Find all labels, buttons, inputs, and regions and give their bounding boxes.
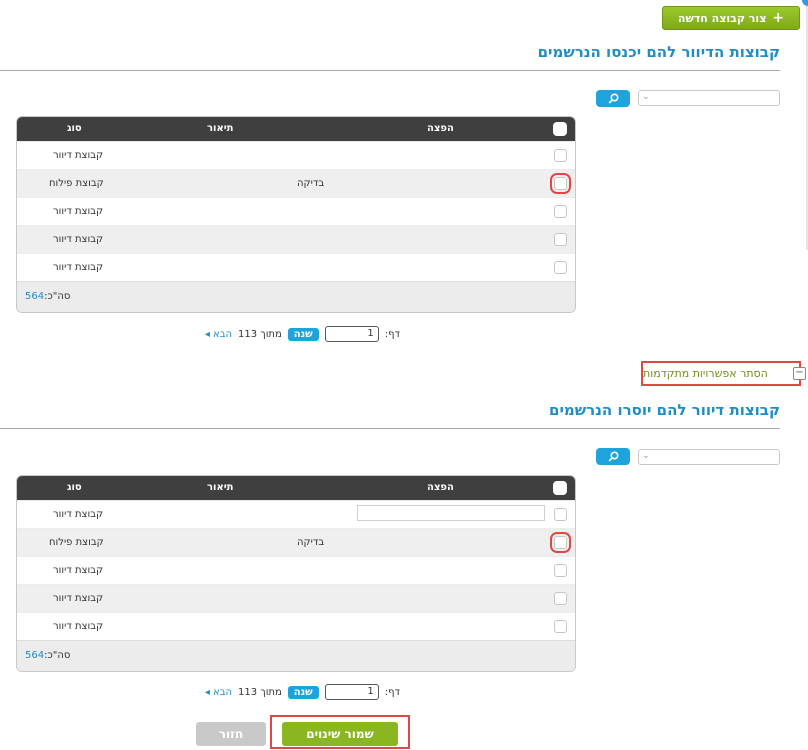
search-icon: [608, 93, 619, 104]
grid-header: סוג תיאור הפצה: [17, 476, 575, 500]
total-count: סה"כ:564: [25, 650, 71, 661]
page-label: דף:: [384, 686, 400, 698]
section2-grid: סוג תיאור הפצה קבוצת דיוור קבוצת פילוח ב…: [16, 475, 576, 672]
col-distribution-header: הפצה: [427, 123, 454, 134]
col-type-header: סוג: [67, 482, 82, 493]
select-all-checkbox[interactable]: [553, 122, 567, 136]
save-button[interactable]: שמור שינוים: [282, 722, 398, 746]
page-of-label: מתוך 113: [238, 328, 282, 340]
section1-divider: [0, 70, 780, 71]
table-row: קבוצת דיוור: [17, 141, 575, 169]
section2-pager: דף: 1 שנה מתוך 113 הבא ◂: [186, 684, 400, 700]
table-row: קבוצת דיוור: [17, 197, 575, 225]
row-checkbox[interactable]: [554, 620, 567, 633]
table-row: קבוצת דיוור: [17, 584, 575, 612]
row-checkbox[interactable]: [554, 233, 567, 246]
col-description-header: תיאור: [207, 482, 234, 493]
page-label: דף:: [384, 328, 400, 340]
total-count: סה"כ:564: [25, 291, 71, 302]
table-row: קבוצת דיוור: [17, 556, 575, 584]
new-group-label: צור קבוצה חדשה: [677, 11, 767, 25]
table-row: קבוצת פילוח בדיקה: [17, 169, 575, 197]
advanced-options-label: הסתר אפשרויות מתקדמות: [643, 367, 768, 380]
col-distribution-header: הפצה: [427, 482, 454, 493]
section1-pager: דף: 1 שנה מתוך 113 הבא ◂: [186, 326, 400, 342]
next-page-link[interactable]: הבא ◂: [205, 329, 232, 340]
grid-footer: סה"כ:564: [17, 640, 575, 671]
section2-divider: [0, 428, 780, 429]
table-row: קבוצת דיוור: [17, 500, 575, 528]
row-checkbox[interactable]: [554, 564, 567, 577]
row-type: קבוצת דיוור: [53, 150, 104, 161]
advanced-options-toggle[interactable]: הסתר אפשרויות מתקדמות: [641, 361, 801, 386]
section2-search-button[interactable]: [596, 448, 630, 465]
row-checkbox[interactable]: [554, 508, 567, 521]
section1-group-select[interactable]: ⌄: [638, 90, 780, 106]
row-checkbox[interactable]: [550, 532, 571, 553]
table-row: קבוצת דיוור: [17, 225, 575, 253]
row-type: קבוצת דיוור: [53, 509, 104, 520]
chevron-left-icon: ◂: [204, 328, 210, 340]
col-type-header: סוג: [67, 123, 82, 134]
row-checkbox[interactable]: [554, 592, 567, 605]
grid-footer: סה"כ:564: [17, 281, 575, 312]
table-row: קבוצת דיוור: [17, 612, 575, 640]
chevron-left-icon: ◂: [204, 686, 210, 698]
row-type: קבוצת דיוור: [53, 565, 104, 576]
row-type: קבוצת דיוור: [53, 262, 104, 273]
row-type: קבוצת פילוח: [49, 537, 104, 548]
next-page-link[interactable]: הבא ◂: [205, 687, 232, 698]
row-type: קבוצת דיוור: [53, 206, 104, 217]
go-page-button[interactable]: שנה: [287, 327, 319, 341]
new-group-button[interactable]: צור קבוצה חדשה +: [662, 6, 800, 30]
select-all-checkbox[interactable]: [553, 481, 567, 495]
search-icon: [608, 451, 619, 462]
page-of-label: מתוך 113: [238, 686, 282, 698]
row-type: קבוצת דיוור: [53, 621, 104, 632]
table-row: קבוצת דיוור: [17, 253, 575, 281]
row-description: בדיקה: [297, 537, 325, 548]
row-checkbox[interactable]: [554, 261, 567, 274]
section2-group-select[interactable]: ⌄: [638, 449, 780, 465]
chevron-down-icon: ⌄: [642, 92, 650, 102]
corner-marker: [802, 0, 808, 6]
plus-icon: +: [772, 10, 785, 26]
section1-grid: סוג תיאור הפצה קבוצת דיוור קבוצת פילוח ב…: [16, 116, 576, 313]
chevron-down-icon: ⌄: [642, 451, 650, 461]
section1-search-button[interactable]: [596, 90, 630, 107]
col-description-header: תיאור: [207, 123, 234, 134]
row-inline-input[interactable]: [357, 505, 545, 521]
back-button[interactable]: חזור: [196, 722, 266, 746]
row-checkbox[interactable]: [550, 173, 571, 194]
grid-header: סוג תיאור הפצה: [17, 117, 575, 141]
collapse-icon[interactable]: −: [793, 367, 806, 380]
row-checkbox[interactable]: [554, 205, 567, 218]
section1-title: קבוצות הדיוור להם יכנסו הנרשמים: [537, 43, 780, 61]
row-checkbox[interactable]: [554, 149, 567, 162]
row-type: קבוצת דיוור: [53, 234, 104, 245]
go-page-button[interactable]: שנה: [287, 685, 319, 699]
row-type: קבוצת דיוור: [53, 593, 104, 604]
page-input[interactable]: 1: [324, 684, 379, 700]
section2-title: קבוצות דיוור להם יוסרו הנרשמים: [549, 401, 780, 419]
table-row: קבוצת פילוח בדיקה: [17, 528, 575, 556]
row-type: קבוצת פילוח: [49, 178, 104, 189]
row-description: בדיקה: [297, 178, 325, 189]
page-input[interactable]: 1: [324, 326, 379, 342]
